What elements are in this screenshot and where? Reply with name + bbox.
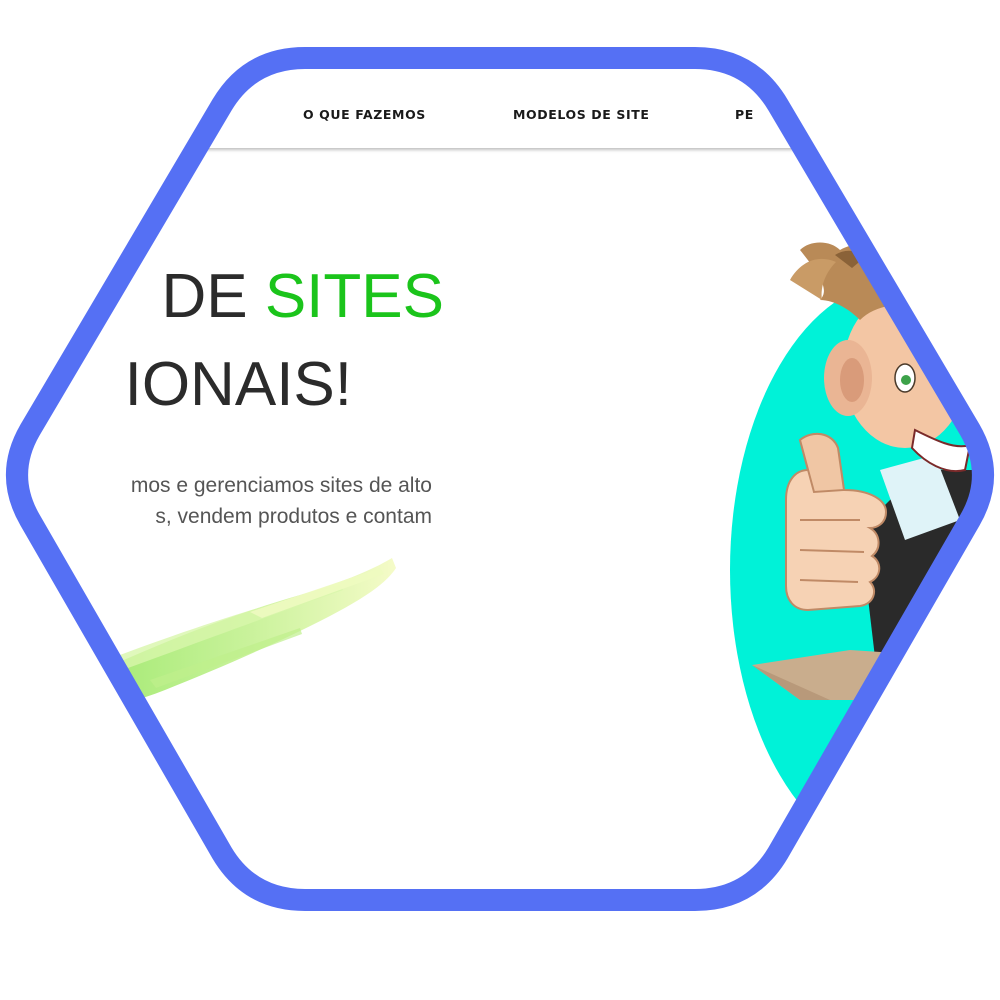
hexagon-viewport: O QUE FAZEMOS MODELOS DE SITE PE DE SITE… [0, 0, 1000, 1000]
mascot-illustration-icon [0, 0, 1000, 1000]
